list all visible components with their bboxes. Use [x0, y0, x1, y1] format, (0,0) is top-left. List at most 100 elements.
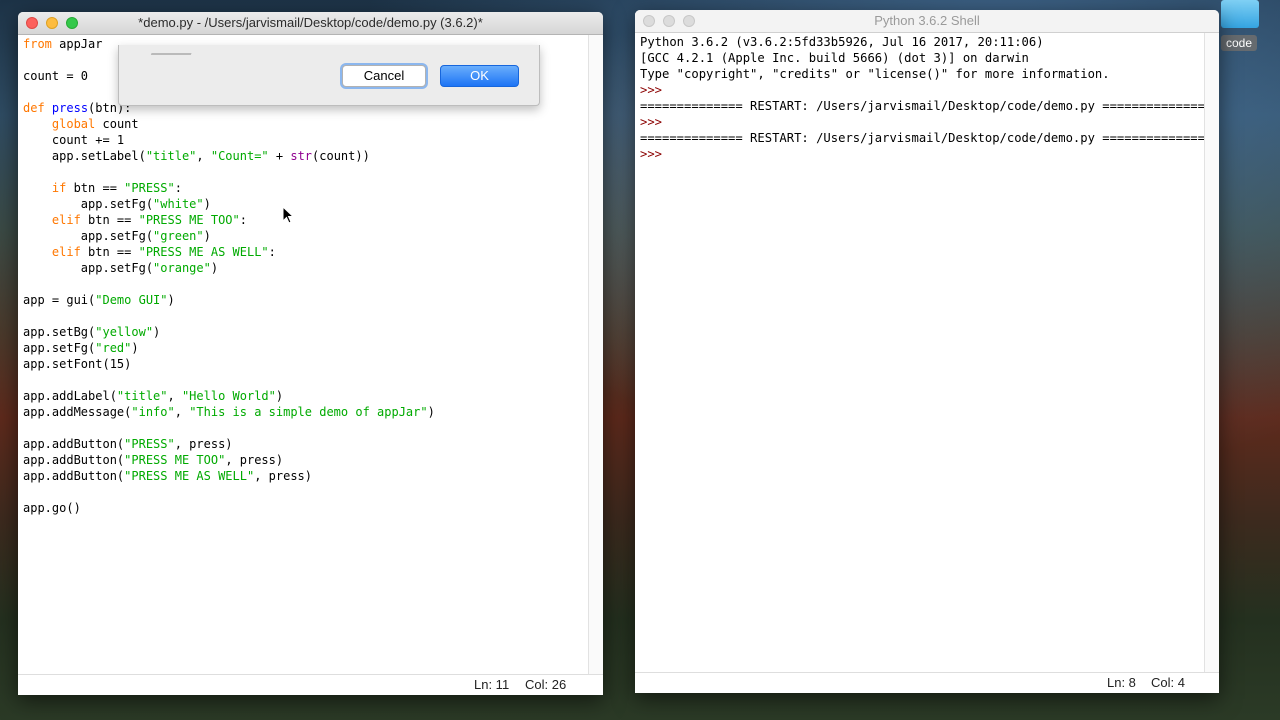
code-token: , press) — [225, 453, 284, 467]
code-token: "yellow" — [95, 325, 154, 339]
code-token: ) — [153, 325, 161, 339]
shell-output-line: ============== RESTART: /Users/jarvismai… — [640, 98, 1205, 114]
editor-line-indicator: Ln: 11 — [474, 677, 510, 692]
code-line: count += 1 — [23, 132, 124, 148]
shell-scrollbar[interactable] — [1204, 33, 1219, 673]
code-editor-text-area[interactable]: from appJar count = 0 def press(btn): glob… — [18, 35, 603, 675]
minimize-button[interactable] — [46, 17, 58, 29]
code-token: , press) — [174, 437, 233, 451]
code-line: app.setLabel("title", "Count=" + str(cou… — [23, 148, 370, 164]
save-dialog-sheet: Cancel OK — [118, 43, 540, 106]
code-token: elif — [51, 245, 81, 259]
code-line: app.setBg("yellow") — [23, 324, 160, 340]
code-token: "PRESS ME AS WELL" — [138, 245, 269, 259]
code-token: count — [95, 117, 139, 131]
code-token: app.addMessage( — [23, 405, 132, 419]
code-token: "PRESS ME AS WELL" — [124, 469, 255, 483]
mouse-cursor-icon — [282, 206, 294, 224]
shell-window-title: Python 3.6.2 Shell — [874, 13, 980, 28]
shell-output-area[interactable]: Python 3.6.2 (v3.6.2:5fd33b5926, Jul 16 … — [635, 33, 1219, 673]
code-line: app.addMessage("info", "This is a simple… — [23, 404, 435, 420]
code-token: btn == — [66, 181, 125, 195]
code-token: : — [268, 245, 276, 259]
shell-output-line: >>> — [640, 82, 669, 98]
shell-output-line: >>> — [640, 114, 669, 130]
shell-line-indicator: Ln: 8 — [1107, 675, 1136, 690]
code-line: app = gui("Demo GUI") — [23, 292, 175, 308]
code-token: "Hello World" — [181, 389, 276, 403]
code-token: count += 1 — [23, 133, 125, 147]
editor-scrollbar[interactable] — [588, 35, 603, 675]
code-line: elif btn == "PRESS ME TOO": — [23, 212, 247, 228]
editor-window: *demo.py - /Users/jarvismail/Desktop/cod… — [18, 12, 603, 695]
code-token: "title" — [145, 149, 197, 163]
code-token: str — [290, 149, 313, 163]
code-token: ) — [427, 405, 435, 419]
code-token: ) — [203, 229, 211, 243]
code-token: "This is a simple demo of appJar" — [189, 405, 428, 419]
code-token: "red" — [95, 341, 132, 355]
code-token: appJar — [51, 37, 103, 51]
code-token: , — [167, 389, 182, 403]
code-token: ============== RESTART: /Users/jarvismai… — [640, 99, 1205, 113]
shell-window: Python 3.6.2 Shell Python 3.6.2 (v3.6.2:… — [635, 10, 1219, 693]
code-token: app.addLabel( — [23, 389, 117, 403]
code-token: app.addButton( — [23, 453, 125, 467]
code-line: global count — [23, 116, 139, 132]
editor-status-bar: Ln: 11 Col: 26 — [18, 674, 603, 695]
dialog-pencil-icon — [150, 43, 196, 55]
code-token: [GCC 4.2.1 (Apple Inc. build 5666) (dot … — [640, 51, 1029, 65]
code-token: "green" — [153, 229, 204, 243]
code-line: elif btn == "PRESS ME AS WELL": — [23, 244, 276, 260]
code-line: app.addButton("PRESS", press) — [23, 436, 233, 452]
code-token: app.addButton( — [23, 437, 125, 451]
editor-titlebar[interactable]: *demo.py - /Users/jarvismail/Desktop/cod… — [18, 12, 603, 35]
shell-titlebar[interactable]: Python 3.6.2 Shell — [635, 10, 1219, 33]
code-token: ) — [167, 293, 175, 307]
ok-button[interactable]: OK — [440, 65, 519, 87]
zoom-button[interactable] — [683, 15, 695, 27]
zoom-button[interactable] — [66, 17, 78, 29]
code-token: "white" — [153, 197, 204, 211]
code-line: app.addButton("PRESS ME TOO", press) — [23, 452, 283, 468]
code-token: ) — [203, 197, 211, 211]
code-token: >>> — [640, 147, 670, 161]
code-line: if btn == "PRESS": — [23, 180, 182, 196]
desktop-folder-label[interactable]: code — [1221, 35, 1257, 51]
code-token: "Count=" — [210, 149, 269, 163]
code-token: ) — [275, 389, 284, 403]
code-token: "title" — [116, 389, 168, 403]
code-token: "Demo GUI" — [95, 293, 168, 307]
code-token: app.setBg( — [23, 325, 96, 339]
minimize-button[interactable] — [663, 15, 675, 27]
code-token: btn == — [80, 213, 139, 227]
shell-output-line: ============== RESTART: /Users/jarvismai… — [640, 130, 1205, 146]
code-token: "PRESS ME TOO" — [124, 453, 226, 467]
close-button[interactable] — [26, 17, 38, 29]
code-line: app.addLabel("title", "Hello World") — [23, 388, 283, 404]
code-token: , — [196, 149, 211, 163]
editor-column-indicator: Col: 26 — [525, 677, 567, 692]
code-line: app.setFg("green") — [23, 228, 211, 244]
cancel-button[interactable]: Cancel — [342, 65, 426, 87]
code-token: "info" — [131, 405, 175, 419]
code-token: btn == — [80, 245, 139, 259]
code-token: app.setFg( — [23, 197, 154, 211]
code-token: ) — [131, 341, 139, 355]
close-button[interactable] — [643, 15, 655, 27]
shell-status-bar: Ln: 8 Col: 4 — [635, 672, 1219, 693]
shell-output-line: [GCC 4.2.1 (Apple Inc. build 5666) (dot … — [640, 50, 1029, 66]
code-token: app.go() — [23, 501, 81, 515]
code-token: Type "copyright", "credits" or "license(… — [640, 67, 1110, 81]
code-token: ============== RESTART: /Users/jarvismai… — [640, 131, 1205, 145]
code-token: : — [174, 181, 182, 195]
code-line: count = 0 — [23, 68, 88, 84]
code-token: from — [23, 37, 52, 51]
code-line: app.addButton("PRESS ME AS WELL", press) — [23, 468, 312, 484]
shell-output-line: Python 3.6.2 (v3.6.2:5fd33b5926, Jul 16 … — [640, 34, 1044, 50]
code-token: "orange" — [153, 261, 211, 275]
